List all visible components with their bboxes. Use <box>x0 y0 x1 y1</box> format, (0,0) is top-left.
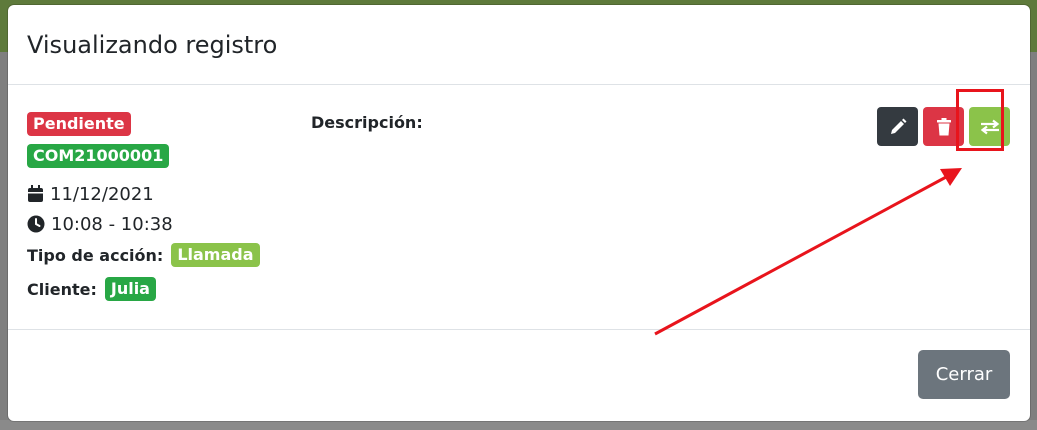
backdrop-table <box>0 420 1037 430</box>
clock-icon <box>27 215 45 233</box>
edit-button[interactable] <box>877 107 918 146</box>
calendar-icon <box>28 185 43 202</box>
delete-button[interactable] <box>923 107 964 146</box>
view-record-modal: Visualizando registro Pendiente COM21000… <box>8 5 1030 421</box>
action-type-badge: Llamada <box>171 243 260 267</box>
record-actions <box>877 107 1010 146</box>
pencil-icon <box>890 118 906 134</box>
record-code-badge: COM21000001 <box>27 144 170 168</box>
modal-header: Visualizando registro <box>8 5 1030 85</box>
status-badge: Pendiente <box>27 112 131 136</box>
modal-title: Visualizando registro <box>27 30 278 59</box>
transfer-button[interactable] <box>969 107 1010 146</box>
client-badge: Julia <box>104 277 156 301</box>
record-date: 11/12/2021 <box>27 179 297 209</box>
trash-icon <box>936 117 951 135</box>
modal-body: Pendiente COM21000001 11/12/2021 10:08 -… <box>8 85 1030 330</box>
date-value: 11/12/2021 <box>50 183 154 205</box>
action-type-label: Tipo de acción: <box>27 245 164 265</box>
exchange-arrows-icon <box>980 119 999 134</box>
modal-footer: Cerrar <box>8 330 1030 421</box>
record-time: 10:08 - 10:38 <box>27 209 297 239</box>
time-value: 10:08 - 10:38 <box>51 213 173 235</box>
description-label: Descripción: <box>311 113 423 132</box>
close-button[interactable]: Cerrar <box>918 350 1010 399</box>
client-label: Cliente: <box>27 279 97 299</box>
record-details: Pendiente COM21000001 11/12/2021 10:08 -… <box>27 111 297 310</box>
